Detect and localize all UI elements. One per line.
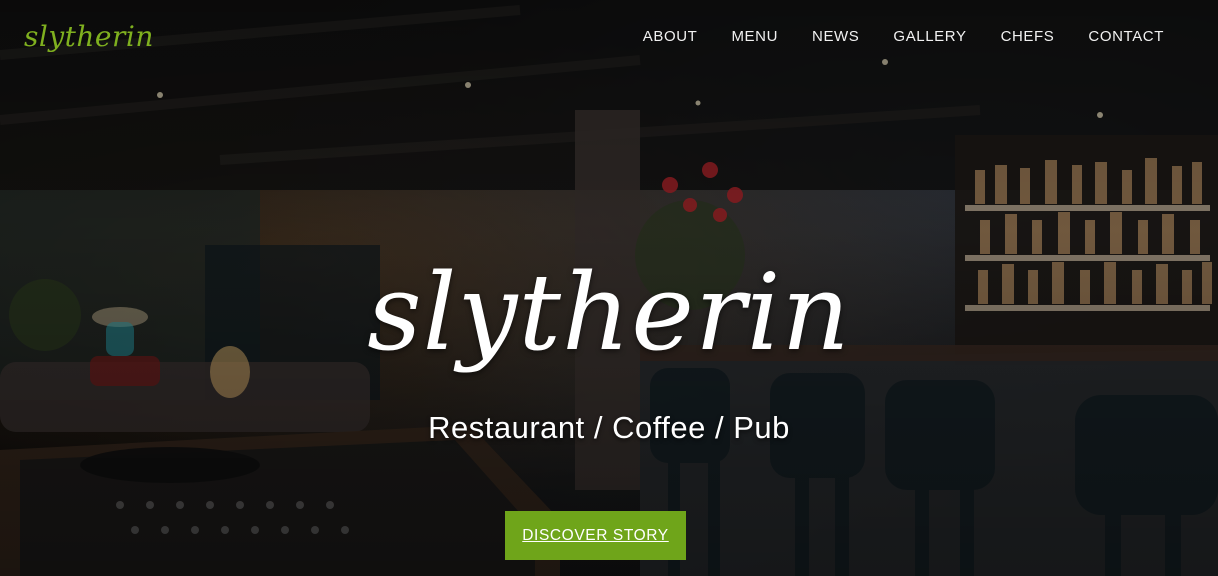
hero-subtitle: Restaurant / Coffee / Pub xyxy=(428,410,790,445)
discover-story-button[interactable]: DISCOVER STORY xyxy=(505,511,686,560)
hero-title: slytherin xyxy=(367,251,851,374)
nav-link-about[interactable]: ABOUT xyxy=(643,28,698,45)
nav-link-news[interactable]: NEWS xyxy=(812,28,859,45)
main-nav: ABOUT MENU NEWS GALLERY CHEFS CONTACT xyxy=(643,28,1164,45)
nav-link-chefs[interactable]: CHEFS xyxy=(1001,28,1055,45)
nav-link-menu[interactable]: MENU xyxy=(731,28,778,45)
nav-link-gallery[interactable]: GALLERY xyxy=(893,28,966,45)
site-logo[interactable]: slytherin xyxy=(24,20,154,53)
nav-link-contact[interactable]: CONTACT xyxy=(1088,28,1164,45)
